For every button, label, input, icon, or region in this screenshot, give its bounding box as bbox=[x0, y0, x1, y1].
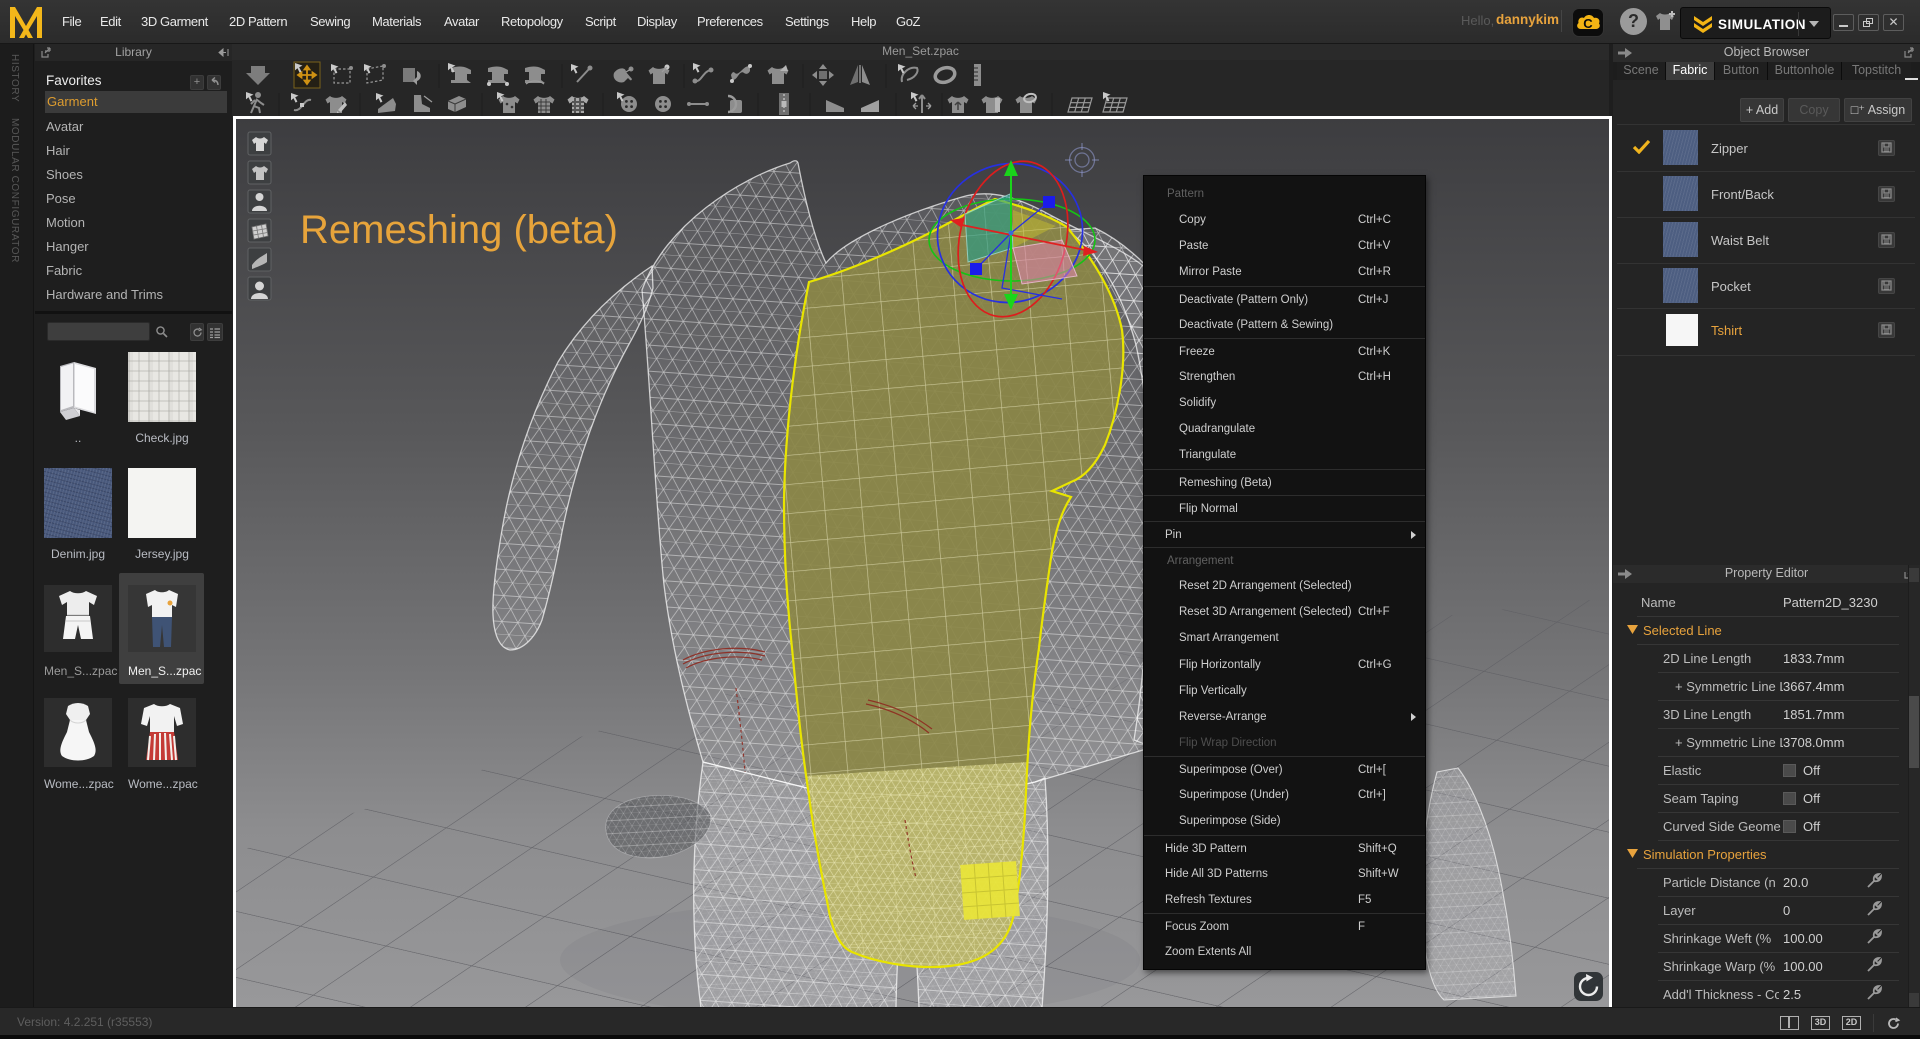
svg-text:Remeshing (beta): Remeshing (beta) bbox=[300, 208, 618, 252]
svg-text:C: C bbox=[1583, 16, 1593, 31]
